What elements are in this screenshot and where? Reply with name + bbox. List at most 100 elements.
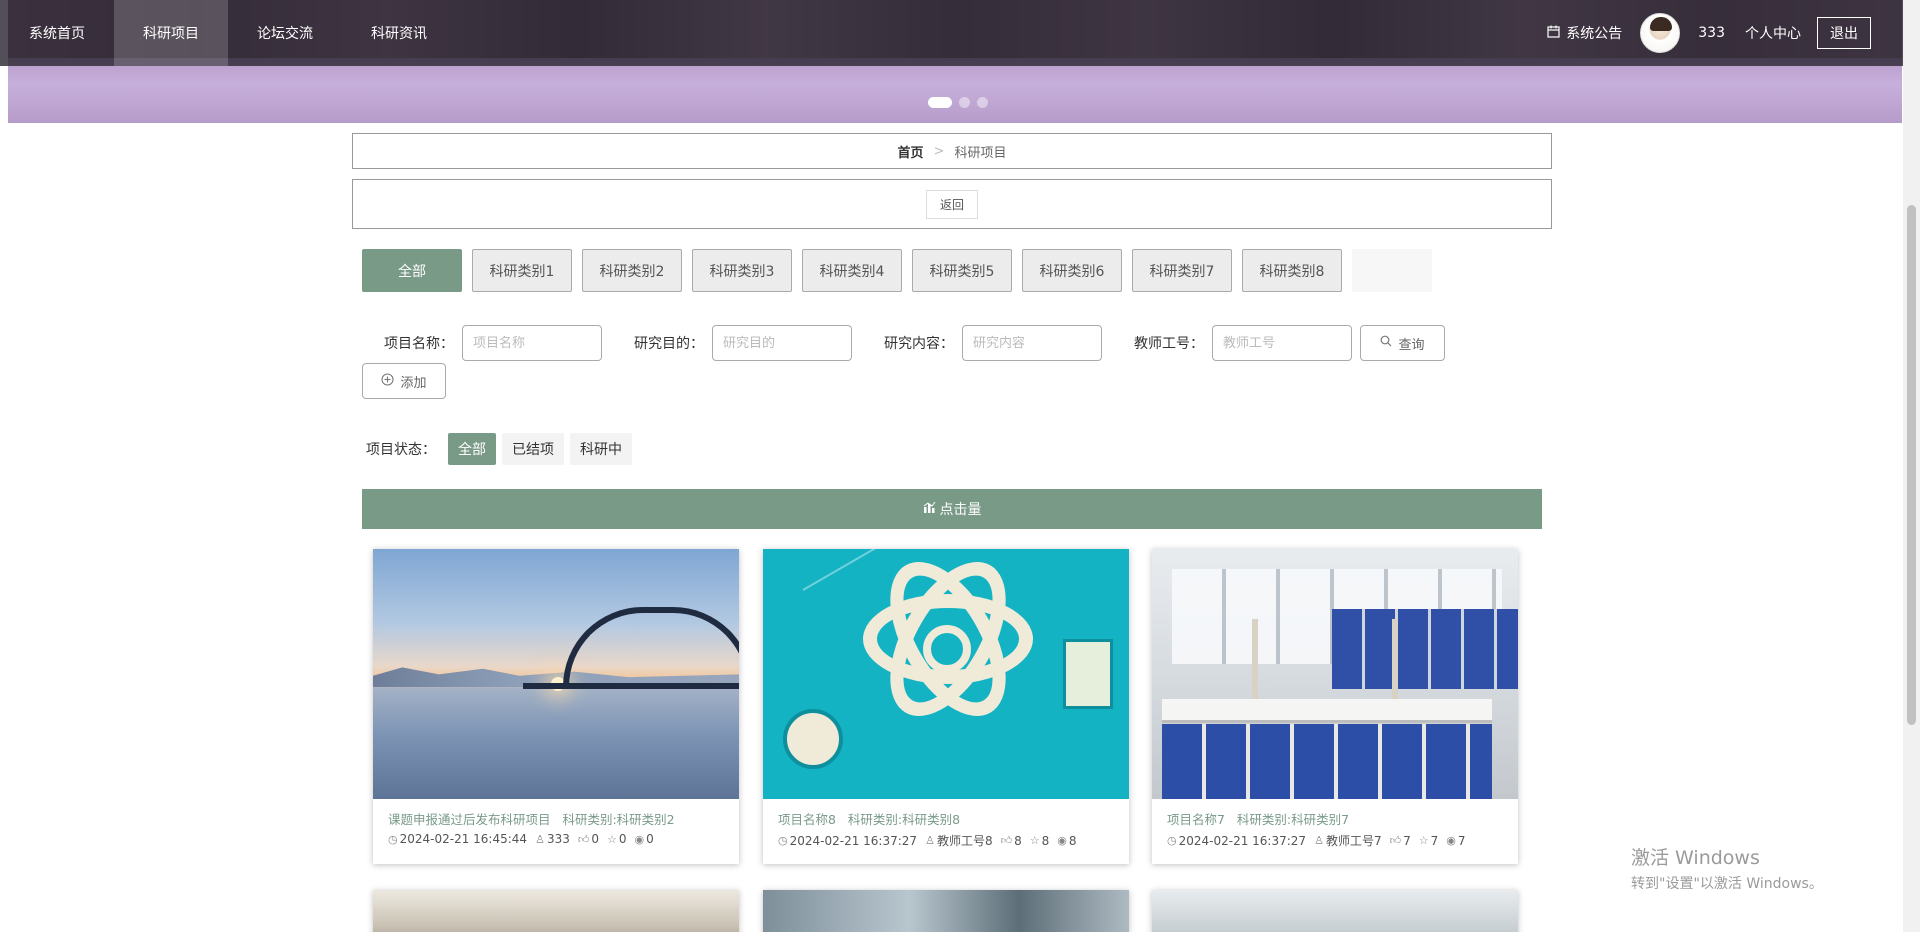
- teacher-id-label: 教师工号：: [1134, 336, 1204, 352]
- bar-chart-icon: [923, 501, 936, 517]
- system-notice-link[interactable]: 系统公告: [1547, 23, 1622, 43]
- project-image: [763, 549, 1129, 799]
- carousel-indicators: [928, 97, 988, 108]
- project-title-line: 项目名称8 科研类别:科研类别8: [763, 799, 1129, 828]
- plus-circle-icon: [381, 372, 395, 390]
- project-card-3[interactable]: 项目名称7 科研类别:科研类别7 ◷ 2024-02-21 16:37:27 ♙ 教…: [1152, 549, 1518, 864]
- research-purpose-input[interactable]: [712, 325, 852, 361]
- carousel-dot-1[interactable]: [928, 97, 952, 108]
- project-meta: ◷ 2024-02-21 16:37:27 ♙ 教师工号8 👍︎ 8 ☆ 8 ◉ 8: [763, 828, 1129, 849]
- project-category: 科研类别:科研类别7: [1236, 812, 1350, 827]
- research-content-input[interactable]: [962, 325, 1102, 361]
- project-date: 2024-02-21 16:37:27: [789, 833, 918, 848]
- thumbs-up-icon: 👍︎: [1389, 834, 1402, 847]
- user-icon: ♙: [1314, 834, 1324, 847]
- project-card-4[interactable]: [373, 890, 739, 932]
- sort-by-clicks-bar[interactable]: 点击量: [362, 489, 1542, 529]
- category-tab-3[interactable]: 科研类别3: [692, 249, 792, 292]
- add-button-label: 添加: [400, 375, 427, 391]
- project-category: 科研类别:科研类别2: [562, 812, 675, 827]
- carousel-dot-3[interactable]: [977, 97, 988, 108]
- project-author: 333: [546, 832, 570, 846]
- search-form: 项目名称： 研究目的： 研究内容： 教师工号： 查询: [362, 325, 1542, 361]
- status-option-in-progress[interactable]: 科研中: [570, 433, 632, 465]
- scrollbar-thumb[interactable]: [1907, 205, 1916, 725]
- user-icon: ♙: [535, 832, 545, 846]
- research-content-label: 研究内容：: [884, 336, 954, 352]
- add-button[interactable]: 添加: [362, 363, 446, 399]
- category-placeholder: [1352, 249, 1432, 292]
- project-title: 项目名称7: [1167, 812, 1225, 827]
- project-views: 0: [646, 832, 654, 846]
- breadcrumb-home[interactable]: 首页: [898, 142, 924, 161]
- star-icon: ☆: [606, 832, 617, 846]
- project-name-input[interactable]: [462, 325, 602, 361]
- system-notice-label: 系统公告: [1566, 26, 1623, 42]
- eye-icon: ◉: [1446, 834, 1456, 847]
- project-views: 7: [1457, 833, 1466, 848]
- project-card-5[interactable]: [763, 890, 1129, 932]
- breadcrumb-separator: >: [933, 143, 945, 159]
- status-filter-label: 项目状态：: [366, 442, 436, 458]
- avatar[interactable]: [1640, 13, 1681, 53]
- nav-forum[interactable]: 论坛交流: [228, 0, 342, 66]
- category-tab-8[interactable]: 科研类别8: [1242, 249, 1342, 292]
- project-name-label: 项目名称：: [384, 336, 454, 352]
- project-card-1[interactable]: 课题申报通过后发布科研项目 科研类别:科研类别2 ◷ 2024-02-21 16:…: [373, 549, 739, 864]
- search-field-research-purpose: 研究目的：: [612, 325, 852, 361]
- status-option-all[interactable]: 全部: [448, 433, 496, 465]
- page-scrollbar[interactable]: [1903, 0, 1920, 932]
- nav-research-news[interactable]: 科研资讯: [342, 0, 456, 66]
- project-views: 8: [1068, 833, 1077, 848]
- back-bar: 返回: [352, 179, 1552, 229]
- research-purpose-label: 研究目的：: [634, 336, 704, 352]
- breadcrumb: 首页 > 科研项目: [352, 133, 1552, 169]
- nav-research-projects[interactable]: 科研项目: [114, 0, 228, 66]
- query-button[interactable]: 查询: [1360, 325, 1445, 361]
- project-image: [1152, 549, 1518, 799]
- category-tab-2[interactable]: 科研类别2: [582, 249, 682, 292]
- search-field-project-name: 项目名称：: [362, 325, 602, 361]
- watermark-title: 激活 Windows: [1631, 847, 1760, 869]
- search-field-research-content: 研究内容：: [862, 325, 1102, 361]
- watermark-subtitle: 转到"设置"以激活 Windows。: [1631, 876, 1823, 892]
- status-option-completed[interactable]: 已结项: [502, 433, 564, 465]
- clock-icon: ◷: [388, 832, 398, 846]
- category-tab-7[interactable]: 科研类别7: [1132, 249, 1232, 292]
- project-title: 课题申报通过后发布科研项目: [388, 812, 551, 827]
- project-category: 科研类别:科研类别8: [847, 812, 961, 827]
- query-button-label: 查询: [1398, 337, 1425, 353]
- category-tab-5[interactable]: 科研类别5: [912, 249, 1012, 292]
- back-button[interactable]: 返回: [925, 189, 978, 219]
- calendar-icon: [1547, 25, 1560, 42]
- logout-button[interactable]: 退出: [1817, 17, 1871, 49]
- teacher-id-input[interactable]: [1212, 325, 1352, 361]
- project-date: 2024-02-21 16:45:44: [399, 832, 528, 846]
- windows-activation-watermark: 激活 Windows 转到"设置"以激活 Windows。: [1631, 843, 1823, 893]
- category-tab-all[interactable]: 全部: [362, 249, 462, 292]
- status-filter: 项目状态： 全部 已结项 科研中: [366, 433, 632, 465]
- search-icon: [1380, 335, 1392, 351]
- personal-center-link[interactable]: 个人中心: [1745, 23, 1801, 43]
- thumbs-up-icon: 👍︎: [577, 832, 590, 846]
- category-tab-4[interactable]: 科研类别4: [802, 249, 902, 292]
- project-meta: ◷ 2024-02-21 16:37:27 ♙ 教师工号7 👍︎ 7 ☆ 7 ◉ 7: [1152, 828, 1518, 849]
- eye-icon: ◉: [634, 832, 645, 846]
- project-likes: 8: [1014, 833, 1022, 848]
- star-icon: ☆: [1418, 834, 1429, 847]
- category-tab-1[interactable]: 科研类别1: [472, 249, 572, 292]
- project-author: 教师工号7: [1325, 834, 1382, 848]
- user-area: 系统公告 333 个人中心 退出: [1547, 0, 1871, 66]
- breadcrumb-current: 科研项目: [954, 145, 1007, 161]
- search-field-teacher-id: 教师工号：: [1112, 325, 1352, 361]
- project-author: 教师工号8: [936, 834, 993, 848]
- project-title-line: 项目名称7 科研类别:科研类别7: [1152, 799, 1518, 828]
- category-tab-6[interactable]: 科研类别6: [1022, 249, 1122, 292]
- nav-home[interactable]: 系统首页: [0, 0, 114, 66]
- project-card-6[interactable]: [1152, 890, 1518, 932]
- carousel-dot-2[interactable]: [959, 97, 970, 108]
- project-image: [373, 549, 739, 799]
- top-navigation: 系统首页 科研项目 论坛交流 科研资讯 系统公告 333 个人中心 退出: [0, 0, 1903, 66]
- project-card-2[interactable]: 项目名称8 科研类别:科研类别8 ◷ 2024-02-21 16:37:27 ♙ 教…: [763, 549, 1129, 864]
- clock-icon: ◷: [1167, 834, 1177, 847]
